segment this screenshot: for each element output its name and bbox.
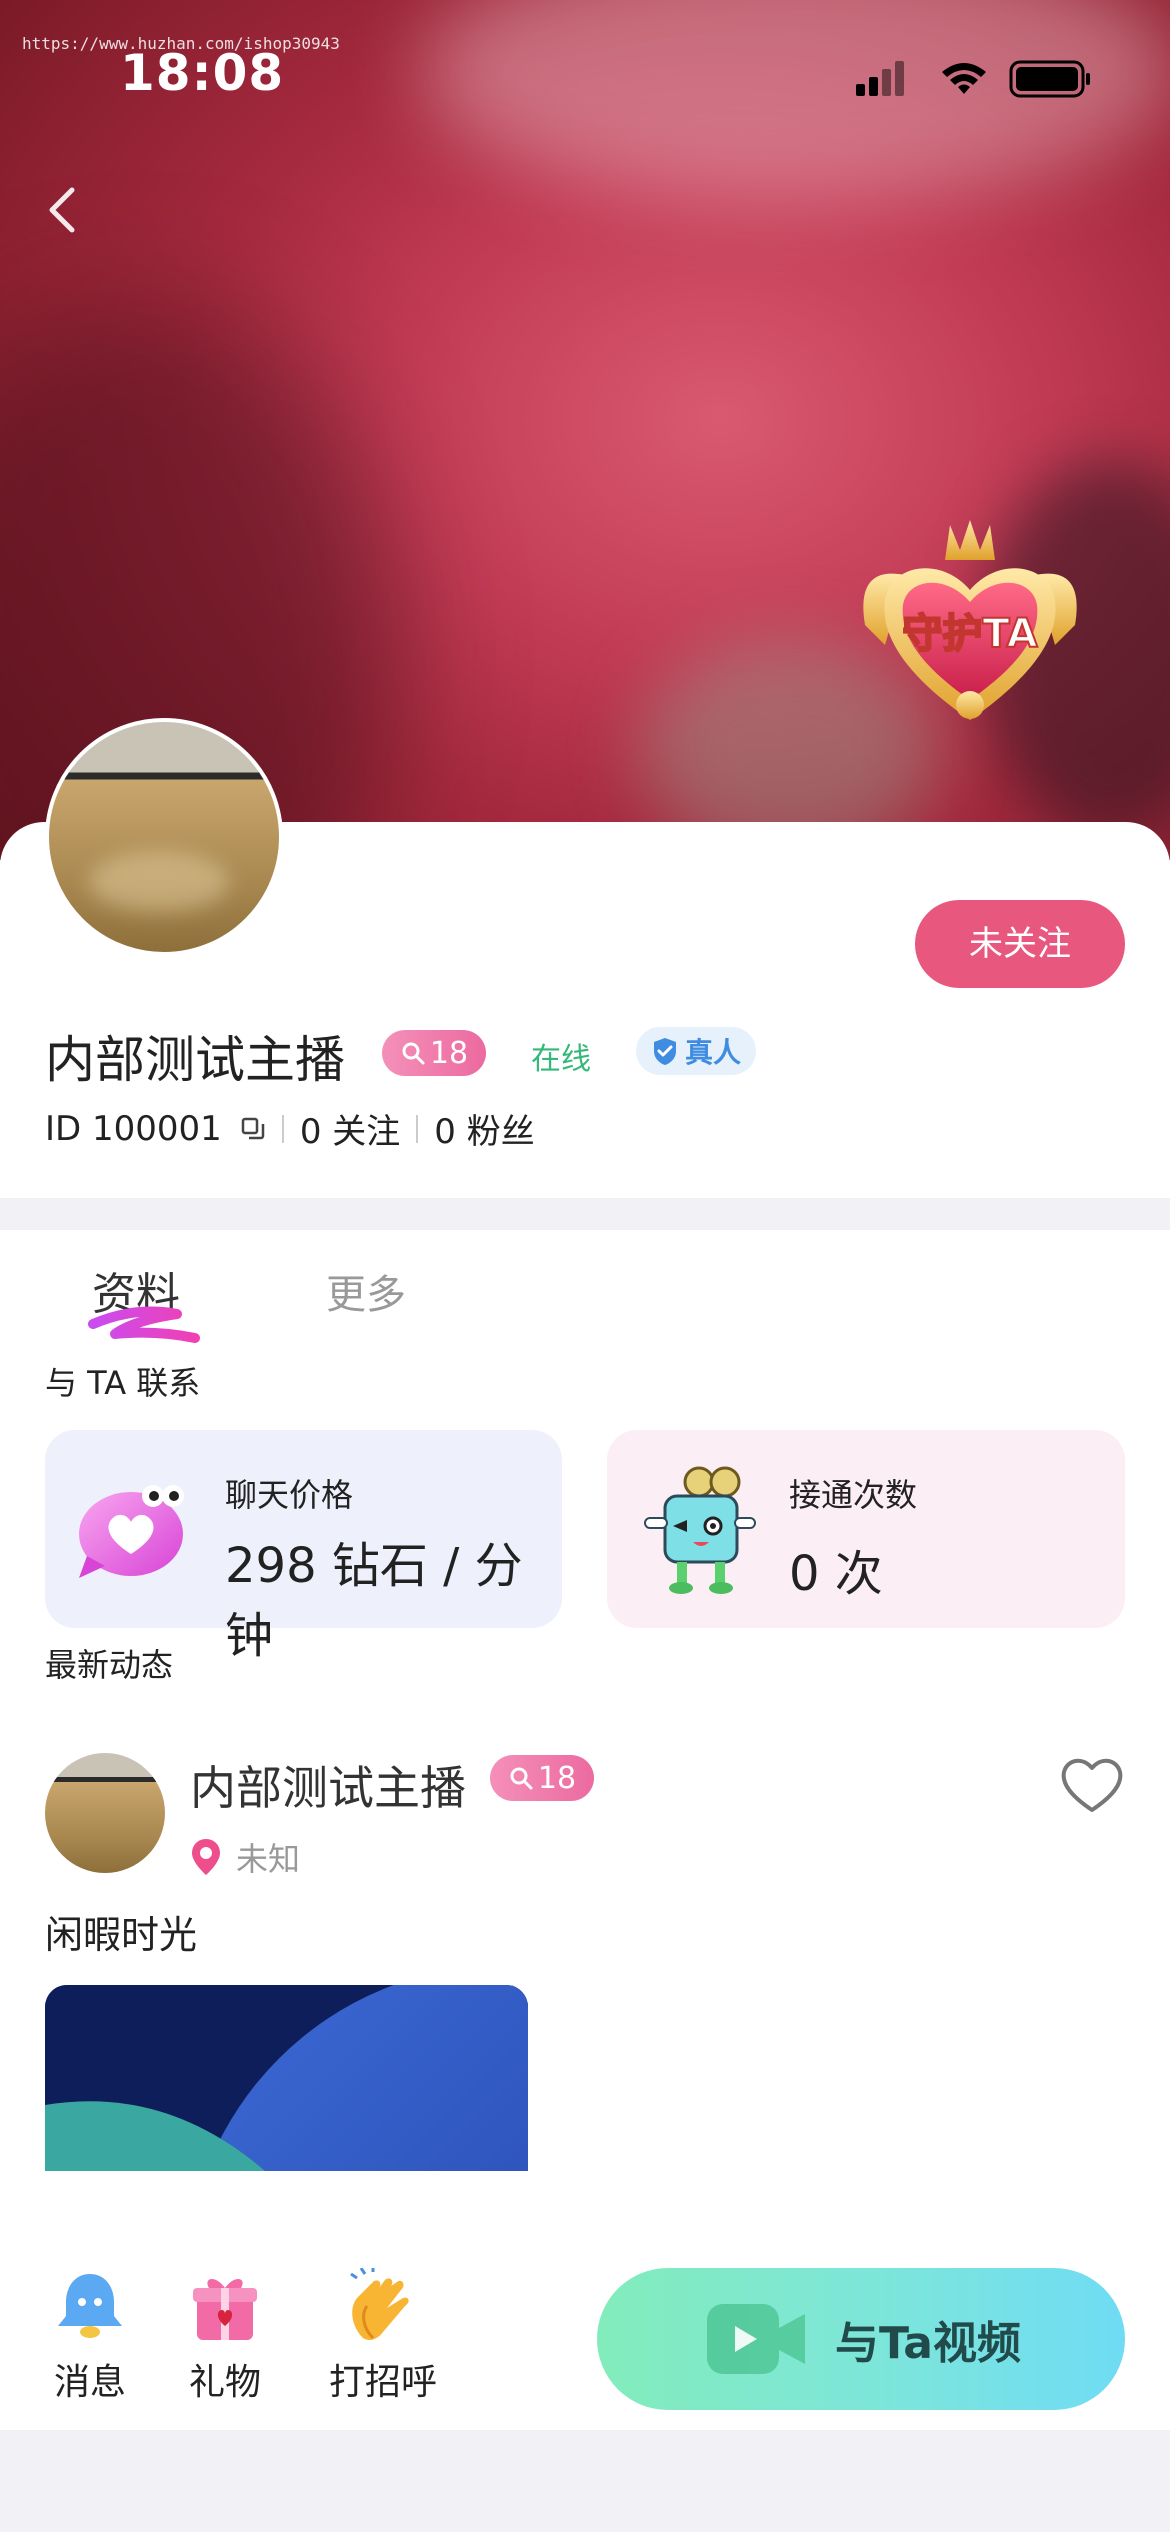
online-status: 在线 bbox=[531, 1042, 591, 1077]
moments-section-title: 最新动态 bbox=[45, 1646, 174, 1684]
chat-heart-icon bbox=[79, 1485, 184, 1578]
profile-name: 内部测试主播 bbox=[45, 1031, 345, 1089]
copy-icon[interactable] bbox=[240, 1116, 266, 1142]
tab-more[interactable]: 更多 bbox=[326, 1262, 406, 1320]
post-location: 未知 bbox=[190, 1834, 300, 1880]
tab-active-indicator bbox=[88, 1306, 200, 1343]
post-text: 闲暇时光 bbox=[45, 1913, 198, 1957]
greet-label: 打招呼 bbox=[328, 2362, 437, 2403]
svg-text:守护TA: 守护TA bbox=[902, 611, 1037, 657]
guard-ta-badge[interactable]: 守护TA bbox=[845, 505, 1095, 755]
connect-count-card: 接通次数 0 次 bbox=[607, 1430, 1125, 1628]
gender-icon bbox=[402, 1042, 425, 1065]
post-author-name[interactable]: 内部测试主播 bbox=[190, 1752, 466, 1818]
shield-check-icon bbox=[653, 1038, 676, 1065]
greet-action[interactable]: 打招呼 bbox=[318, 2266, 448, 2405]
video-call-label: 与Ta视频 bbox=[834, 2318, 1022, 2369]
status-icons bbox=[856, 60, 1090, 98]
connect-count-label: 接通次数 bbox=[789, 1476, 918, 1514]
age-badge: 18 bbox=[382, 1030, 486, 1076]
clap-icon bbox=[350, 2266, 409, 2340]
following-count[interactable]: 0 关注 bbox=[300, 1104, 400, 1153]
video-camera-icon bbox=[706, 2304, 805, 2374]
chat-price-card: 聊天价格 298 钻石 / 分钟 bbox=[45, 1430, 562, 1664]
gift-label: 礼物 bbox=[188, 2362, 261, 2403]
post-age-badge: 18 bbox=[490, 1755, 594, 1801]
real-person-badge: 真人 bbox=[636, 1027, 756, 1075]
status-time: 18:08 bbox=[120, 44, 285, 102]
video-call-button[interactable]: 与Ta视频 bbox=[597, 2268, 1125, 2410]
connect-count-value: 0 次 bbox=[789, 1546, 883, 1602]
home-indicator-area bbox=[0, 2430, 1170, 2532]
back-icon[interactable] bbox=[36, 180, 96, 240]
chat-price-value: 298 钻石 / 分钟 bbox=[225, 1538, 523, 1664]
gift-icon bbox=[193, 2278, 257, 2340]
post-image[interactable] bbox=[45, 1985, 528, 2171]
gift-action[interactable]: 礼物 bbox=[180, 2268, 270, 2405]
chat-price-label: 聊天价格 bbox=[225, 1476, 354, 1514]
message-label: 消息 bbox=[53, 2362, 126, 2403]
gender-icon bbox=[510, 1767, 533, 1790]
like-heart-icon[interactable] bbox=[1058, 1752, 1126, 1816]
avatar[interactable] bbox=[45, 718, 283, 956]
bell-icon bbox=[58, 2274, 122, 2338]
camera-mascot-icon bbox=[644, 1466, 756, 1594]
follow-button[interactable]: 未关注 bbox=[915, 900, 1125, 988]
contact-section-title: 与 TA 联系 bbox=[45, 1364, 201, 1402]
signal-icon bbox=[856, 61, 904, 96]
message-action[interactable]: 消息 bbox=[45, 2268, 135, 2405]
post-avatar[interactable] bbox=[45, 1753, 165, 1873]
profile-stats-row: ID 100001 0 关注 0 粉丝 bbox=[45, 1104, 535, 1153]
location-pin-icon bbox=[192, 1839, 220, 1875]
fans-count[interactable]: 0 粉丝 bbox=[434, 1104, 534, 1153]
battery-icon bbox=[1009, 60, 1090, 98]
wifi-icon bbox=[942, 63, 986, 94]
user-id: ID 100001 bbox=[45, 1108, 222, 1149]
